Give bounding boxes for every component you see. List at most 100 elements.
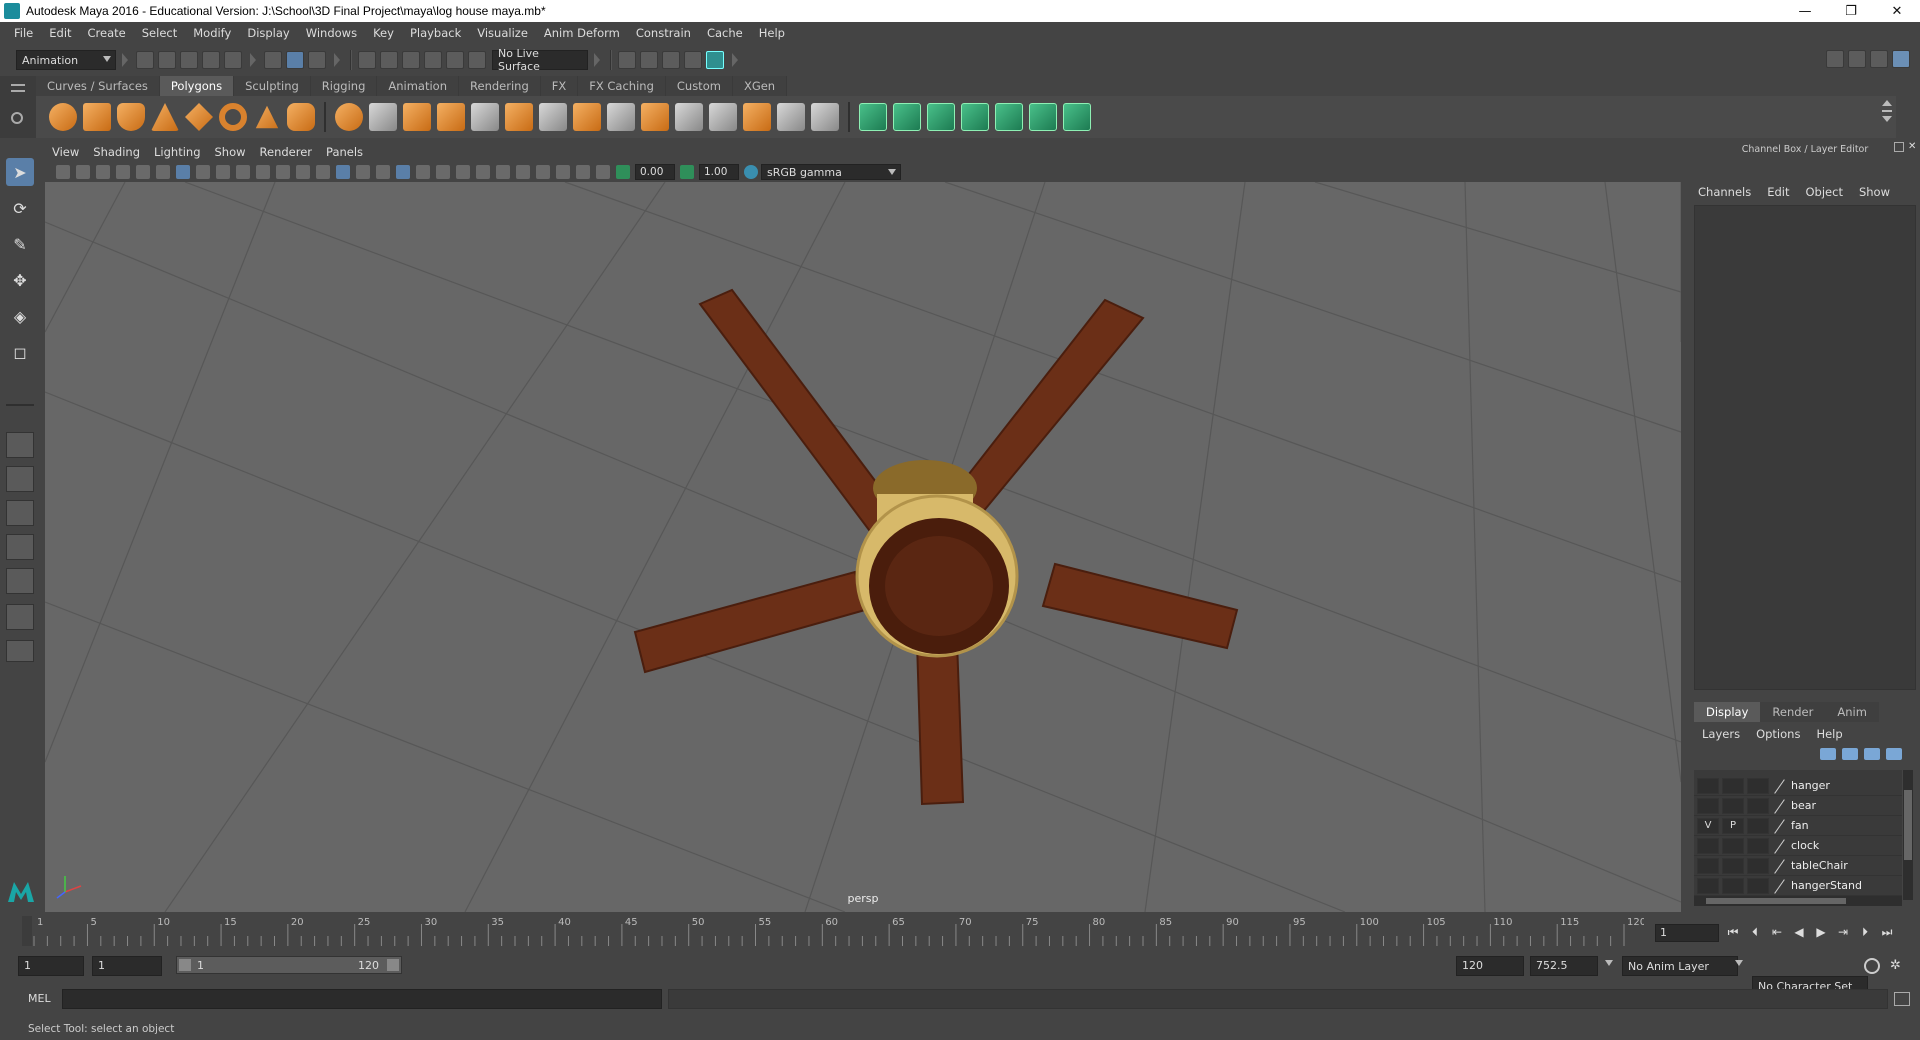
layer-visibility-toggle[interactable] bbox=[1697, 857, 1719, 874]
resolution-gate-icon[interactable] bbox=[216, 165, 230, 179]
range-end-handle[interactable] bbox=[387, 959, 399, 971]
single-perspective-layout-icon[interactable] bbox=[6, 432, 34, 458]
chevron-down-icon[interactable] bbox=[1605, 960, 1613, 966]
default-material-icon[interactable] bbox=[376, 165, 390, 179]
scrollbar-thumb[interactable] bbox=[1904, 790, 1912, 860]
scale-tool-icon[interactable]: ◻ bbox=[6, 338, 34, 366]
redo-icon[interactable] bbox=[224, 51, 242, 69]
layer-color-swatch[interactable] bbox=[1747, 777, 1769, 794]
snap-view-icon[interactable] bbox=[424, 51, 442, 69]
smooth-icon[interactable] bbox=[437, 103, 465, 131]
cb-menu-show[interactable]: Show bbox=[1851, 185, 1898, 199]
two-d-pan-icon[interactable] bbox=[136, 165, 150, 179]
select-object-icon[interactable] bbox=[286, 51, 304, 69]
menu-visualize[interactable]: Visualize bbox=[469, 26, 536, 40]
color-management-icon[interactable] bbox=[744, 165, 758, 179]
target-weld-icon[interactable] bbox=[811, 103, 839, 131]
make-live-icon[interactable] bbox=[468, 51, 486, 69]
close-button[interactable]: ✕ bbox=[1874, 0, 1920, 22]
animation-preferences-icon[interactable]: ✲ bbox=[1890, 958, 1906, 974]
menu-modify[interactable]: Modify bbox=[185, 26, 239, 40]
hypershade-icon[interactable] bbox=[706, 51, 724, 69]
uv-unfold-icon[interactable] bbox=[995, 103, 1023, 131]
tool-settings-icon[interactable] bbox=[1870, 50, 1888, 68]
paint-select-tool-icon[interactable]: ✎ bbox=[6, 230, 34, 258]
xray-joints-icon[interactable] bbox=[576, 165, 590, 179]
play-forwards-icon[interactable]: ▶ bbox=[1812, 923, 1830, 941]
step-back-icon[interactable]: ⏴ bbox=[1746, 923, 1764, 941]
layer-color-swatch[interactable] bbox=[1747, 797, 1769, 814]
exposure-field[interactable]: 0.00 bbox=[635, 164, 675, 180]
collapse-arrow-icon[interactable] bbox=[334, 53, 340, 67]
range-start-handle[interactable] bbox=[179, 959, 191, 971]
exposure-icon[interactable] bbox=[616, 165, 630, 179]
shelf-settings-icon[interactable] bbox=[11, 112, 23, 124]
minimize-button[interactable]: — bbox=[1782, 0, 1828, 22]
layer-visibility-toggle[interactable] bbox=[1697, 777, 1719, 794]
snap-surface-icon[interactable] bbox=[446, 51, 464, 69]
move-layer-up-icon[interactable] bbox=[1820, 748, 1836, 760]
persp-outliner-layout-icon[interactable] bbox=[6, 500, 34, 526]
tab-custom[interactable]: Custom bbox=[665, 76, 733, 96]
camera-select-icon[interactable] bbox=[56, 165, 70, 179]
layer-row-hangerstand[interactable]: hangerStand bbox=[1694, 876, 1902, 896]
shelf-menu-icon[interactable] bbox=[11, 84, 25, 92]
go-to-start-icon[interactable]: ⏮ bbox=[1724, 923, 1742, 941]
snap-grid-icon[interactable] bbox=[358, 51, 376, 69]
layer-visibility-toggle[interactable]: V bbox=[1697, 817, 1719, 834]
float-icon[interactable] bbox=[1894, 142, 1904, 152]
layer-visibility-toggle[interactable] bbox=[1697, 877, 1719, 894]
anim-layer-dropdown[interactable]: No Anim Layer bbox=[1622, 956, 1738, 976]
panel-menu-renderer[interactable]: Renderer bbox=[253, 145, 320, 159]
outliner-persp-layout-icon[interactable] bbox=[6, 604, 34, 630]
layer-visibility-toggle[interactable] bbox=[1697, 797, 1719, 814]
tab-animation[interactable]: Animation bbox=[377, 76, 460, 96]
live-surface-field[interactable]: No Live Surface bbox=[492, 47, 588, 73]
poly-torus-icon[interactable] bbox=[219, 103, 247, 131]
select-component-icon[interactable] bbox=[308, 51, 326, 69]
layer-color-swatch[interactable] bbox=[1747, 817, 1769, 834]
animation-start-field[interactable]: 1 bbox=[18, 956, 84, 976]
panel-menu-view[interactable]: View bbox=[45, 145, 86, 159]
combine-icon[interactable] bbox=[335, 103, 363, 131]
uv-layout-icon[interactable] bbox=[1029, 103, 1057, 131]
animation-end-field[interactable]: 752.5 bbox=[1530, 956, 1598, 976]
menu-display[interactable]: Display bbox=[239, 26, 297, 40]
maximize-button[interactable]: ❐ bbox=[1828, 0, 1874, 22]
playback-end-field[interactable]: 120 bbox=[1456, 956, 1524, 976]
uv-cylindrical-icon[interactable] bbox=[893, 103, 921, 131]
menu-playback[interactable]: Playback bbox=[402, 26, 469, 40]
isolate-select-icon[interactable] bbox=[536, 165, 550, 179]
poly-sphere-icon[interactable] bbox=[49, 103, 77, 131]
custom-layout-icon[interactable] bbox=[6, 640, 34, 662]
new-empty-layer-icon[interactable] bbox=[1864, 748, 1880, 760]
bridge-icon[interactable] bbox=[607, 103, 635, 131]
menu-constrain[interactable]: Constrain bbox=[628, 26, 699, 40]
tab-fx-caching[interactable]: FX Caching bbox=[578, 76, 666, 96]
extrude-icon[interactable] bbox=[573, 103, 601, 131]
anti-aliasing-icon[interactable] bbox=[496, 165, 510, 179]
step-back-key-icon[interactable]: ⇤ bbox=[1768, 923, 1786, 941]
layer-row-hanger[interactable]: hanger bbox=[1694, 776, 1902, 796]
grease-pencil-icon[interactable] bbox=[156, 165, 170, 179]
merge-icon[interactable] bbox=[777, 103, 805, 131]
script-editor-icon[interactable] bbox=[1894, 992, 1910, 1006]
shadows-icon[interactable] bbox=[436, 165, 450, 179]
play-backwards-icon[interactable]: ◀ bbox=[1790, 923, 1808, 941]
layer-visibility-toggle[interactable] bbox=[1697, 837, 1719, 854]
lights-icon[interactable] bbox=[416, 165, 430, 179]
uv-spherical-icon[interactable] bbox=[927, 103, 955, 131]
new-scene-icon[interactable] bbox=[136, 51, 154, 69]
append-icon[interactable] bbox=[675, 103, 703, 131]
go-to-end-icon[interactable]: ⏭ bbox=[1878, 923, 1896, 941]
shelf-scroll[interactable] bbox=[1882, 100, 1892, 134]
field-chart-icon[interactable] bbox=[256, 165, 270, 179]
channel-box-icon[interactable] bbox=[1892, 50, 1910, 68]
camera-attributes-icon[interactable] bbox=[76, 165, 90, 179]
current-frame-field[interactable]: 1 bbox=[1655, 924, 1719, 942]
gate-mask-icon[interactable] bbox=[236, 165, 250, 179]
tab-anim[interactable]: Anim bbox=[1825, 702, 1879, 722]
layer-color-swatch[interactable] bbox=[1747, 877, 1769, 894]
layer-playback-toggle[interactable] bbox=[1722, 777, 1744, 794]
scroll-up-icon[interactable] bbox=[1882, 100, 1892, 106]
